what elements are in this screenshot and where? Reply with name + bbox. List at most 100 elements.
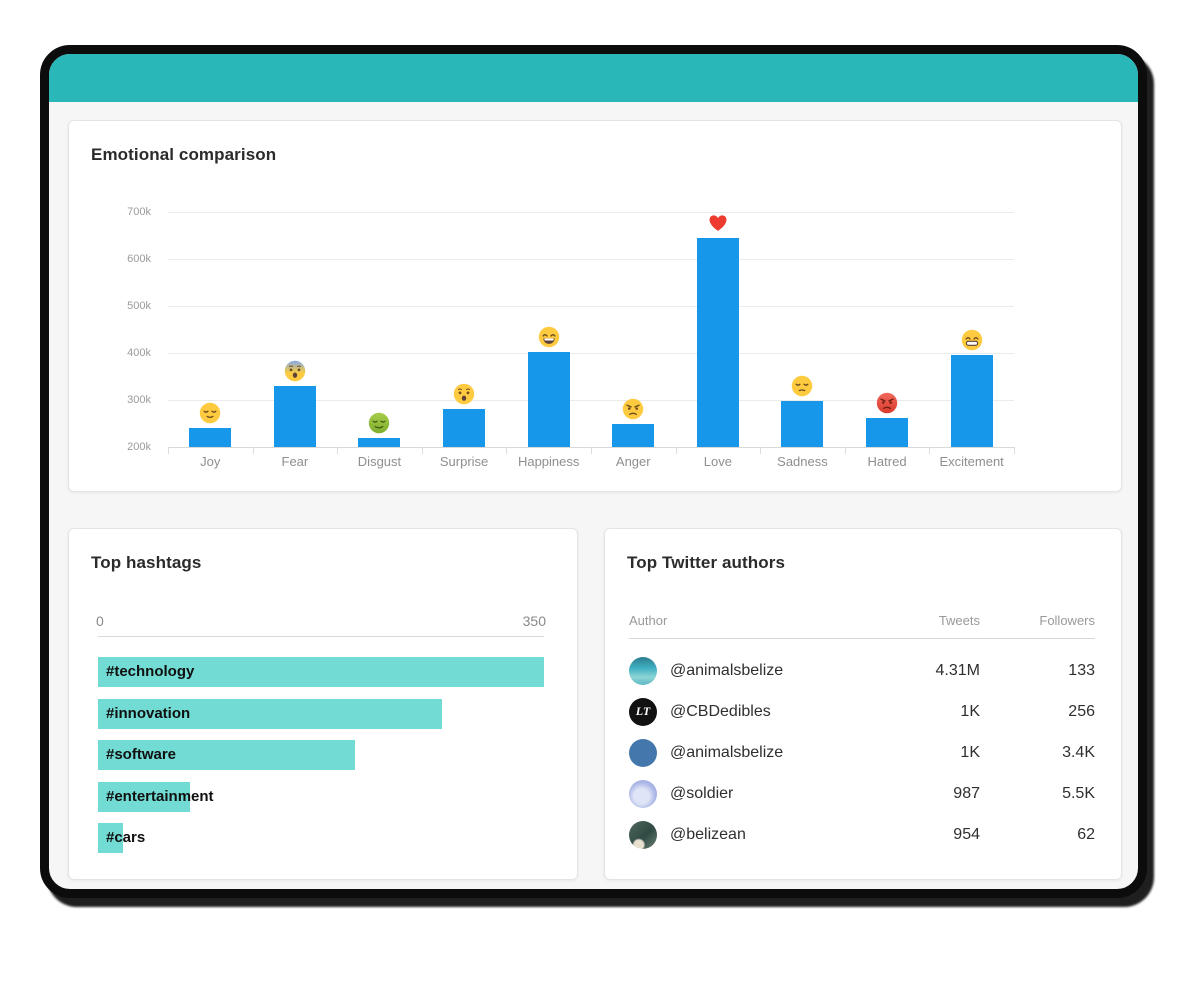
author-cell: @animalsbelize	[629, 739, 875, 767]
chart-slot-surprise	[422, 212, 507, 447]
authors-card-title: Top Twitter authors	[627, 553, 785, 573]
chart-slot-excitement	[929, 212, 1014, 447]
hashtag-label: #innovation	[106, 699, 190, 729]
enraged-face-icon	[876, 392, 898, 414]
hashtag-row: #technology	[98, 657, 544, 687]
hashtags-axis-tick-label: 0	[96, 613, 104, 629]
angry-face-icon	[622, 398, 644, 420]
bar-sadness[interactable]	[781, 401, 823, 447]
avatar	[629, 657, 657, 685]
chart-slot-love	[676, 212, 761, 447]
hashtag-row: #entertainment	[98, 782, 544, 812]
bar-joy[interactable]	[189, 428, 231, 447]
table-row[interactable]: LT @CBDedibles 1K256	[605, 691, 1121, 732]
hashtag-label: #software	[106, 740, 176, 770]
bar-hatred[interactable]	[866, 418, 908, 447]
red-heart-icon	[707, 212, 729, 234]
x-axis-label-joy: Joy	[168, 454, 253, 469]
axis-tick	[506, 447, 507, 454]
hashtag-row: #innovation	[98, 699, 544, 729]
open-mouth-face-icon	[453, 383, 475, 405]
authors-header-divider	[629, 638, 1095, 639]
table-row[interactable]: @soldier 9875.5K	[605, 773, 1121, 814]
col-header-author: Author	[629, 613, 875, 628]
tweets-count: 1K	[875, 703, 980, 721]
hashtag-row: #software	[98, 740, 544, 770]
dashboard-page: Emotional comparison JoyFearDisgustSurpr…	[0, 0, 1200, 990]
axis-tick	[422, 447, 423, 454]
author-handle[interactable]: @soldier	[670, 785, 733, 803]
hashtag-label: #entertainment	[106, 782, 214, 812]
author-handle[interactable]: @animalsbelize	[670, 662, 783, 680]
chart-slot-joy	[168, 212, 253, 447]
hashtag-label: #technology	[106, 657, 194, 687]
bar-disgust[interactable]	[358, 438, 400, 447]
bar-love[interactable]	[697, 238, 739, 447]
hashtags-bar-chart: #technology #innovation #software #entertai…	[98, 657, 544, 865]
hashtags-axis-tick-label: 350	[523, 613, 546, 629]
y-axis-label: 200k	[87, 441, 151, 453]
bar-anger[interactable]	[612, 424, 654, 447]
followers-count: 256	[980, 703, 1095, 721]
y-axis-label: 300k	[87, 394, 151, 406]
tweets-count: 4.31M	[875, 662, 980, 680]
bar-fear[interactable]	[274, 386, 316, 447]
emotional-chart-x-axis: JoyFearDisgustSurpriseHappinessAngerLove…	[168, 454, 1014, 469]
top-twitter-authors-card: Top Twitter authors AuthorTweetsFollower…	[604, 528, 1122, 880]
tweets-count: 987	[875, 785, 980, 803]
bar-excitement[interactable]	[951, 355, 993, 447]
chart-slot-sadness	[760, 212, 845, 447]
followers-count: 62	[980, 826, 1095, 844]
hashtag-row: #cars	[98, 823, 544, 853]
axis-tick	[676, 447, 677, 454]
chart-slot-disgust	[337, 212, 422, 447]
y-axis-label: 600k	[87, 253, 151, 265]
table-row[interactable]: @animalsbelize4.31M133	[605, 650, 1121, 691]
tweets-count: 1K	[875, 744, 980, 762]
chart-slot-anger	[591, 212, 676, 447]
emotional-card-title: Emotional comparison	[91, 145, 276, 165]
authors-table-rows: @animalsbelize4.31M133LT@CBDedibles1K256…	[605, 650, 1121, 855]
grinning-face-icon	[538, 326, 560, 348]
author-handle[interactable]: @animalsbelize	[670, 744, 783, 762]
chart-slot-fear	[253, 212, 338, 447]
hashtags-axis-line	[98, 636, 544, 637]
col-header-tweets: Tweets	[875, 613, 980, 628]
axis-tick	[1014, 447, 1015, 454]
chart-slot-hatred	[845, 212, 930, 447]
axis-tick	[253, 447, 254, 454]
table-row[interactable]: @animalsbelize1K3.4K	[605, 732, 1121, 773]
fearful-face-icon	[284, 360, 306, 382]
x-axis-label-surprise: Surprise	[422, 454, 507, 469]
tweets-count: 954	[875, 826, 980, 844]
pensive-face-icon	[791, 375, 813, 397]
y-axis-label: 700k	[87, 206, 151, 218]
authors-table-header: AuthorTweetsFollowers	[605, 613, 1121, 628]
author-cell: @animalsbelize	[629, 657, 875, 685]
axis-tick	[337, 447, 338, 454]
x-axis-label-disgust: Disgust	[337, 454, 422, 469]
avatar	[629, 739, 657, 767]
relieved-face-icon	[199, 402, 221, 424]
author-handle[interactable]: @belizean	[670, 826, 746, 844]
hashtag-label: #cars	[106, 823, 145, 853]
avatar: LT	[629, 698, 657, 726]
hashtags-axis-labels: 0 350	[96, 613, 546, 629]
bar-happiness[interactable]	[528, 352, 570, 447]
avatar	[629, 780, 657, 808]
x-axis-label-fear: Fear	[253, 454, 338, 469]
emotional-comparison-card: Emotional comparison JoyFearDisgustSurpr…	[68, 120, 1122, 492]
axis-tick	[845, 447, 846, 454]
y-axis-label: 500k	[87, 300, 151, 312]
x-axis-label-excitement: Excitement	[929, 454, 1014, 469]
avatar	[629, 821, 657, 849]
author-handle[interactable]: @CBDedibles	[670, 703, 771, 721]
bar-surprise[interactable]	[443, 409, 485, 447]
table-row[interactable]: @belizean 95462	[605, 814, 1121, 855]
axis-tick	[760, 447, 761, 454]
author-cell: LT @CBDedibles	[629, 698, 875, 726]
author-cell: @belizean	[629, 821, 875, 849]
x-axis-label-sadness: Sadness	[760, 454, 845, 469]
x-axis-label-happiness: Happiness	[506, 454, 591, 469]
followers-count: 5.5K	[980, 785, 1095, 803]
